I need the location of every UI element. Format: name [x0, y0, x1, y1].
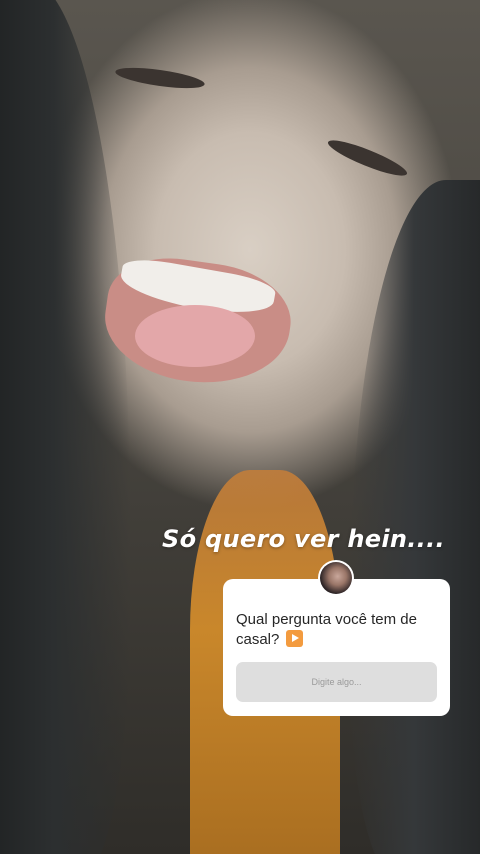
- answer-input-placeholder: Digite algo...: [311, 677, 362, 687]
- answer-input[interactable]: Digite algo...: [236, 662, 437, 702]
- arrow-forward-emoji-icon: [285, 630, 303, 647]
- hair-shape-right: [350, 180, 480, 854]
- eye-right: [325, 134, 410, 182]
- question-text: Qual pergunta você tem de casal?: [236, 610, 441, 650]
- avatar: [318, 560, 354, 596]
- story-photo: [0, 0, 480, 854]
- avatar-image: [320, 562, 352, 594]
- hair-shape-left: [0, 0, 130, 854]
- eye-left: [114, 63, 206, 93]
- question-label: Qual pergunta você tem de casal?: [236, 611, 417, 648]
- tongue: [135, 305, 255, 367]
- story-caption: Só quero ver hein....: [162, 525, 445, 553]
